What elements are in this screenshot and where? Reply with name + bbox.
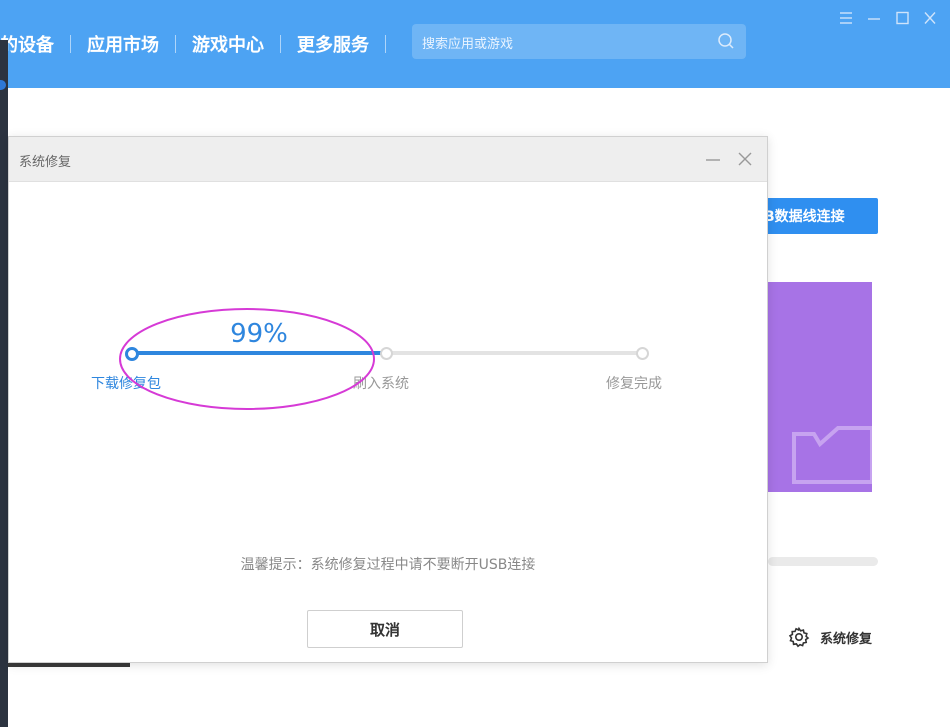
usb-warning-tip: 温馨提示：系统修复过程中请不要断开USB连接 (240, 557, 536, 573)
video-placeholder-icon (792, 426, 872, 484)
annotation-ellipse (119, 308, 375, 410)
nav-separator (280, 35, 281, 53)
nav-separator (70, 35, 71, 53)
nav-item-game-center[interactable]: 游戏中心 (192, 31, 264, 57)
nav-separator (175, 35, 176, 53)
minimize-icon[interactable] (860, 8, 888, 28)
dialog-header: 系统修复 (9, 137, 767, 182)
nav-item-more-services[interactable]: 更多服务 (297, 31, 369, 57)
main-nav: 的设备 应用市场 游戏中心 更多服务 (0, 29, 402, 59)
menu-icon[interactable] (832, 8, 860, 28)
dialog-close-icon[interactable] (735, 149, 755, 169)
dialog-title: 系统修复 (19, 155, 72, 170)
close-icon[interactable] (916, 8, 944, 28)
system-repair-label: 系统修复 (820, 631, 873, 647)
nav-item-app-market[interactable]: 应用市场 (87, 31, 159, 57)
nav-separator (385, 35, 386, 53)
step-label-complete: 修复完成 (606, 376, 662, 392)
dialog-minimize-icon[interactable] (703, 149, 723, 169)
nav-item-my-device[interactable]: 的设备 (0, 31, 54, 57)
window-controls (832, 8, 944, 28)
step-node-complete (636, 347, 649, 360)
gear-icon (788, 626, 810, 648)
top-bar: 的设备 应用市场 游戏中心 更多服务 搜索应用或游戏 (0, 0, 950, 88)
cancel-button[interactable]: 取消 (307, 610, 463, 648)
search-input[interactable]: 搜索应用或游戏 (422, 33, 513, 52)
system-repair-dialog: 系统修复 99% 下载修复包 刷入系统 修复完成 温馨提示：系统修复过程中请不要… (8, 136, 768, 663)
background-left-panel (0, 40, 8, 727)
usb-connect-button[interactable]: B数据线连接 (760, 198, 878, 234)
search-icon[interactable] (716, 31, 736, 51)
promo-card (768, 282, 872, 492)
maximize-icon[interactable] (888, 8, 916, 28)
system-repair-entry[interactable]: 系统修复 (788, 626, 872, 648)
search-box[interactable]: 搜索应用或游戏 (412, 24, 746, 59)
background-progress-bar (768, 557, 878, 566)
